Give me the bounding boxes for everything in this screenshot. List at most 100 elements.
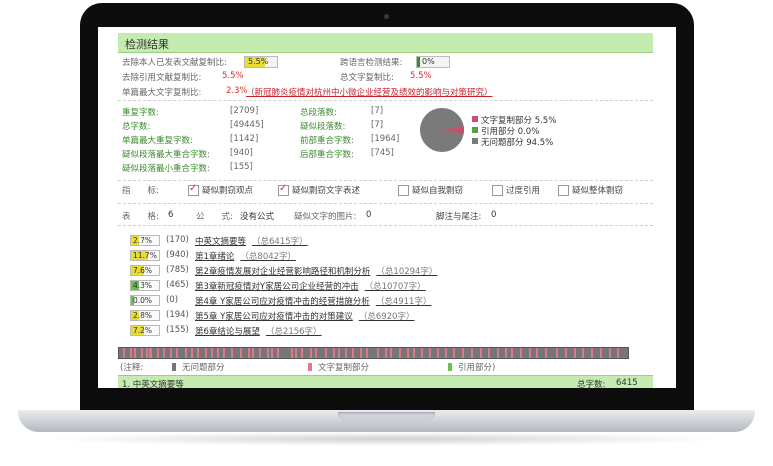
copy-segment-mark — [545, 348, 547, 358]
copy-segment-mark — [259, 348, 261, 358]
copy-segment-mark — [267, 348, 269, 358]
divider — [118, 225, 653, 226]
stat-label: 疑似段落最小重合字数: — [122, 164, 210, 174]
checkbox[interactable] — [492, 185, 503, 196]
stat-value: [155] — [230, 162, 253, 172]
copy-segment-mark — [445, 348, 447, 358]
copy-segment-mark — [407, 348, 409, 358]
image-value: 0 — [366, 210, 372, 220]
chapter-pct: 2.7% — [133, 236, 153, 245]
single-max-value: 2.3% — [226, 86, 248, 96]
copy-segment-mark — [437, 348, 439, 358]
chapter-pct: 7.2% — [133, 326, 153, 335]
cross-lang-label: 跨语言检测结果: — [340, 58, 403, 68]
copy-segment-mark — [141, 348, 143, 358]
checkbox[interactable] — [398, 185, 409, 196]
chapter-link[interactable]: 第6章结论与展望 （总2156字） — [195, 325, 322, 337]
indicator-label: 疑似自我剽窃 — [412, 186, 464, 196]
copy-segment-mark — [591, 348, 593, 358]
copy-segment-mark — [315, 348, 317, 358]
copy-segment-mark — [176, 348, 178, 358]
checkbox[interactable] — [558, 185, 569, 196]
chapter-link[interactable]: 第1章绪论 （总8042字） — [195, 250, 296, 262]
chapter-count: (0) — [166, 295, 179, 305]
chapter-meter: 2.8% — [130, 310, 160, 321]
legend-swatch-copy — [308, 363, 312, 371]
stat-value: [7] — [371, 120, 384, 130]
copy-segment-mark — [609, 348, 611, 358]
stat-label: 疑似段落最大重合字数: — [122, 150, 210, 160]
stat-value: [2709] — [230, 106, 259, 116]
section-title: 1. 中英文摘要等 — [122, 380, 184, 388]
chapter-count: (785) — [166, 265, 189, 275]
laptop-notch — [338, 412, 435, 421]
chapter-pct: 7.6% — [133, 266, 153, 275]
stat-label: 重复字数: — [122, 108, 159, 118]
chapter-link[interactable]: 中英文摘要等 （总6415字） — [195, 235, 308, 247]
section-header: 1. 中英文摘要等 总字数: 6415 — [118, 375, 653, 388]
copy-segment-mark — [366, 348, 368, 358]
cross-lang-meter: 0% — [416, 56, 450, 68]
copy-segment-mark — [488, 348, 490, 358]
chapter-link[interactable]: 第2章疫情发展对企业经营影响路径和机制分析 （总10294字） — [195, 265, 437, 277]
copy-segment-mark — [301, 348, 303, 358]
chapter-pct: 4.3% — [133, 281, 153, 290]
stat-value: [1142] — [230, 134, 259, 144]
stat-label: 后部重合字数: — [300, 150, 354, 160]
report-page: 检测结果 去除本人已发表文献复制比: 5.5% 跨语言检测结果: 0% 去除引用… — [98, 27, 676, 388]
copy-segment-mark — [511, 348, 513, 358]
copy-segment-mark — [377, 348, 379, 358]
copy-segment-mark — [352, 348, 354, 358]
laptop-shadow — [40, 432, 733, 446]
copy-segment-mark — [333, 348, 335, 358]
copy-segment-mark — [497, 348, 499, 358]
legend-copy-label: 文字复制部分 — [318, 363, 370, 373]
single-max-source-link[interactable]: （新冠肺炎疫情对杭州中小微企业经营及绩效的影响与对策研究） — [246, 86, 493, 98]
chapter-total: （总4911字） — [375, 297, 432, 307]
footnote-label: 脚注与尾注: — [436, 212, 482, 222]
chapter-meter: 2.7% — [130, 235, 160, 246]
copy-segment-mark — [429, 348, 431, 358]
chapter-link[interactable]: 第5章 Y家居公司应对疫情冲击的对策建议 （总6920字） — [195, 310, 414, 322]
divider — [118, 180, 653, 181]
chapter-meter: 4.3% — [130, 280, 160, 291]
legend-swatch-copy — [472, 116, 478, 122]
chapter-name: 第2章疫情发展对企业经营影响路径和机制分析 — [195, 267, 371, 277]
cite-excl-label: 去除引用文献复制比: — [122, 73, 202, 83]
stat-label: 总段落数: — [300, 108, 337, 118]
checkbox[interactable] — [278, 183, 289, 196]
copy-segment-mark — [191, 348, 193, 358]
chapter-name: 第6章结论与展望 — [195, 327, 260, 337]
document-distribution-bar[interactable] — [118, 347, 629, 359]
chapter-link[interactable]: 第3章新冠疫情对Y家居公司企业经营的冲击 （总10707字） — [195, 280, 426, 292]
stat-value: [7] — [371, 106, 384, 116]
stat-value: [745] — [371, 148, 394, 158]
chapter-name: 中英文摘要等 — [195, 237, 247, 247]
cite-excl-value: 5.5% — [222, 71, 244, 81]
copy-segment-mark — [130, 348, 132, 358]
legend-swatch-none — [172, 363, 176, 371]
copy-segment-mark — [157, 348, 159, 358]
indicator-label: 疑似剽窃文字表述 — [292, 186, 361, 196]
chapter-meter: 0.0% — [130, 295, 160, 306]
chapter-total: （总2156字） — [265, 327, 322, 337]
chapter-link[interactable]: 第4章 Y家居公司应对疫情冲击的经营措施分析 （总4911字） — [195, 295, 431, 307]
copy-segment-mark — [360, 348, 362, 358]
legend-swatch-none — [472, 138, 478, 144]
copy-segment-mark — [399, 348, 401, 358]
copy-segment-mark — [211, 348, 213, 358]
chapter-total: （总10707字） — [364, 282, 426, 292]
chapter-pct: 11.7% — [133, 251, 157, 260]
footnote-value: 0 — [491, 210, 497, 220]
copy-segment-mark — [617, 348, 619, 358]
total-copy-label: 总文字复制比: — [340, 73, 394, 83]
copy-segment-mark — [291, 348, 293, 358]
copy-segment-mark — [413, 348, 415, 358]
copy-segment-mark — [565, 348, 567, 358]
copy-segment-mark — [421, 348, 423, 358]
copy-segment-mark — [295, 348, 297, 358]
checkbox[interactable] — [188, 183, 199, 196]
copy-segment-mark — [536, 348, 538, 358]
chapter-name: 第5章 Y家居公司应对疫情冲击的对策建议 — [195, 312, 353, 322]
stat-label: 疑似段落数: — [300, 122, 346, 132]
